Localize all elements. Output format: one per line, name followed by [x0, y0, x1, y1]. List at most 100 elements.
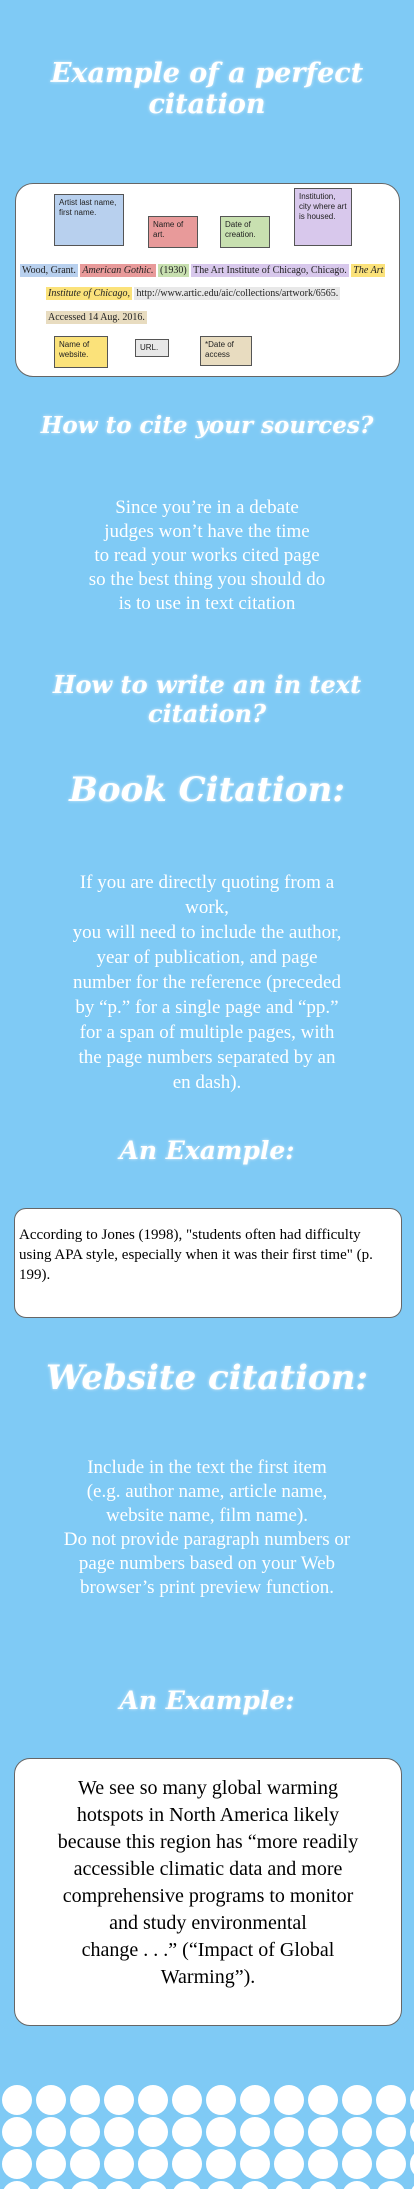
cite-year: (1930)	[158, 264, 189, 277]
text-line: year of publication, and page	[96, 947, 318, 968]
decorative-circle	[172, 2085, 202, 2115]
cite-sources-heading: How to cite your sources?	[40, 412, 374, 439]
decorative-circle	[70, 2085, 100, 2115]
decorative-circle	[410, 2117, 414, 2147]
page-title: Example of a perfect citation	[50, 58, 364, 120]
book-example-text: According to Jones (1998), "students oft…	[19, 1227, 373, 1283]
website-example-card: We see so many global warming hotspots i…	[14, 1758, 402, 2026]
website-citation-body: Include in the text the first item (e.g.…	[0, 1456, 414, 1600]
label-institution: Institution, city where art is housed.	[294, 188, 352, 246]
decorative-circle	[376, 2085, 406, 2115]
decorative-circle	[138, 2117, 168, 2147]
cite-sources-body: Since you’re in a debate judges won’t ha…	[0, 496, 414, 616]
cite-author: Wood, Grant.	[20, 264, 78, 277]
decorative-circle	[36, 2149, 66, 2179]
decorative-circle	[342, 2149, 372, 2179]
decorative-circle	[376, 2149, 406, 2179]
decorative-circle	[240, 2181, 270, 2189]
decorative-circle	[172, 2117, 202, 2147]
decorative-circle	[274, 2117, 304, 2147]
decorative-circle	[36, 2181, 66, 2189]
decorative-circle	[206, 2085, 236, 2115]
cite-website-start: The Art	[351, 264, 386, 277]
decorative-circle	[410, 2181, 414, 2189]
decorative-circle	[342, 2181, 372, 2189]
decorative-circle	[70, 2181, 100, 2189]
decorative-circle	[410, 2149, 414, 2179]
decorative-circle	[104, 2149, 134, 2179]
decorative-circle	[138, 2085, 168, 2115]
text-line: website name, film name).	[105, 1505, 309, 1526]
book-citation-heading: Book Citation:	[69, 770, 345, 810]
label-art-name: Name of art.	[148, 216, 198, 248]
citation-line-2: Institute of Chicago, http://www.artic.e…	[46, 287, 341, 300]
text-line: If you are directly quoting from a	[79, 872, 335, 893]
text-line: accessible climatic data and more	[73, 1858, 343, 1880]
decorative-circle	[376, 2117, 406, 2147]
decorative-circle	[308, 2149, 338, 2179]
text-line: because this region has “more readily	[57, 1831, 359, 1853]
decorative-circle	[308, 2085, 338, 2115]
label-date-access: *Date of access	[200, 336, 252, 366]
text-line: is to use in text citation	[118, 593, 296, 614]
decorative-circle	[206, 2149, 236, 2179]
text-line: number for the reference (preceded	[73, 972, 341, 993]
text-line: for a span of multiple pages, with	[79, 1022, 335, 1043]
decorative-circle	[172, 2149, 202, 2179]
text-line: comprehensive programs to monitor	[62, 1885, 354, 1907]
text-line: page numbers based on your Web	[78, 1553, 336, 1574]
decorative-circle	[104, 2181, 134, 2189]
website-example-heading: An Example:	[119, 1686, 295, 1715]
text-line: (e.g. author name, article name,	[86, 1481, 328, 1502]
book-example-card: According to Jones (1998), "students oft…	[14, 1208, 402, 1318]
decorative-circle	[104, 2117, 134, 2147]
decorative-circle	[36, 2117, 66, 2147]
text-line: Warming”).	[160, 1966, 256, 1988]
decorative-circle	[274, 2181, 304, 2189]
cite-title: American Gothic.	[80, 264, 156, 277]
decorative-circle	[2, 2181, 32, 2189]
cite-accessed: Accessed 14 Aug. 2016.	[46, 311, 147, 324]
text-line: Since you’re in a debate	[115, 497, 299, 518]
book-example-heading: An Example:	[119, 1136, 295, 1165]
text-line: judges won’t have the time	[104, 521, 310, 542]
text-line: browser’s print preview function.	[80, 1577, 334, 1598]
decorative-circle	[342, 2085, 372, 2115]
decorative-circle	[36, 2085, 66, 2115]
decorative-circle	[104, 2085, 134, 2115]
citation-example-card: Artist last name, first name. Name of ar…	[15, 183, 400, 377]
decorative-circle	[172, 2181, 202, 2189]
text-line: Include in the text the first item	[87, 1457, 327, 1478]
decorative-circle	[342, 2117, 372, 2147]
decorative-circle	[206, 2181, 236, 2189]
decorative-circle	[206, 2117, 236, 2147]
decorative-circle	[138, 2181, 168, 2189]
website-citation-heading: Website citation:	[46, 1358, 368, 1398]
decorative-circle	[376, 2181, 406, 2189]
text-line: Do not provide paragraph numbers or	[63, 1529, 351, 1550]
text-line: you will need to include the author,	[72, 922, 342, 943]
decorative-circle	[308, 2181, 338, 2189]
text-line: the page numbers separated by an	[78, 1047, 336, 1068]
label-website: Name of website.	[54, 336, 108, 368]
decorative-circle	[240, 2117, 270, 2147]
cite-url: http://www.artic.edu/aic/collections/art…	[134, 287, 341, 300]
text-line: hotspots in North America likely	[76, 1804, 340, 1826]
text-line: change . . .” (“Impact of Global	[81, 1939, 335, 1961]
text-line: and study environmental	[109, 1912, 307, 1934]
decorative-circle	[240, 2085, 270, 2115]
decorative-circle	[2, 2149, 32, 2179]
text-line: en dash).	[172, 1072, 242, 1093]
cite-institution: The Art Institute of Chicago, Chicago.	[191, 264, 349, 277]
decorative-circle	[70, 2117, 100, 2147]
decorative-circle	[274, 2085, 304, 2115]
decorative-circle	[138, 2149, 168, 2179]
citation-line-1: Wood, Grant. American Gothic. (1930) The…	[20, 264, 386, 277]
text-line: to read your works cited page	[94, 545, 320, 566]
circle-pattern-decoration	[0, 2082, 414, 2189]
decorative-circle	[70, 2149, 100, 2179]
label-artist: Artist last name, first name.	[54, 194, 124, 246]
cite-website-end: Institute of Chicago,	[46, 287, 132, 300]
in-text-heading: How to write an in text citation?	[52, 670, 362, 728]
decorative-circle	[2, 2117, 32, 2147]
